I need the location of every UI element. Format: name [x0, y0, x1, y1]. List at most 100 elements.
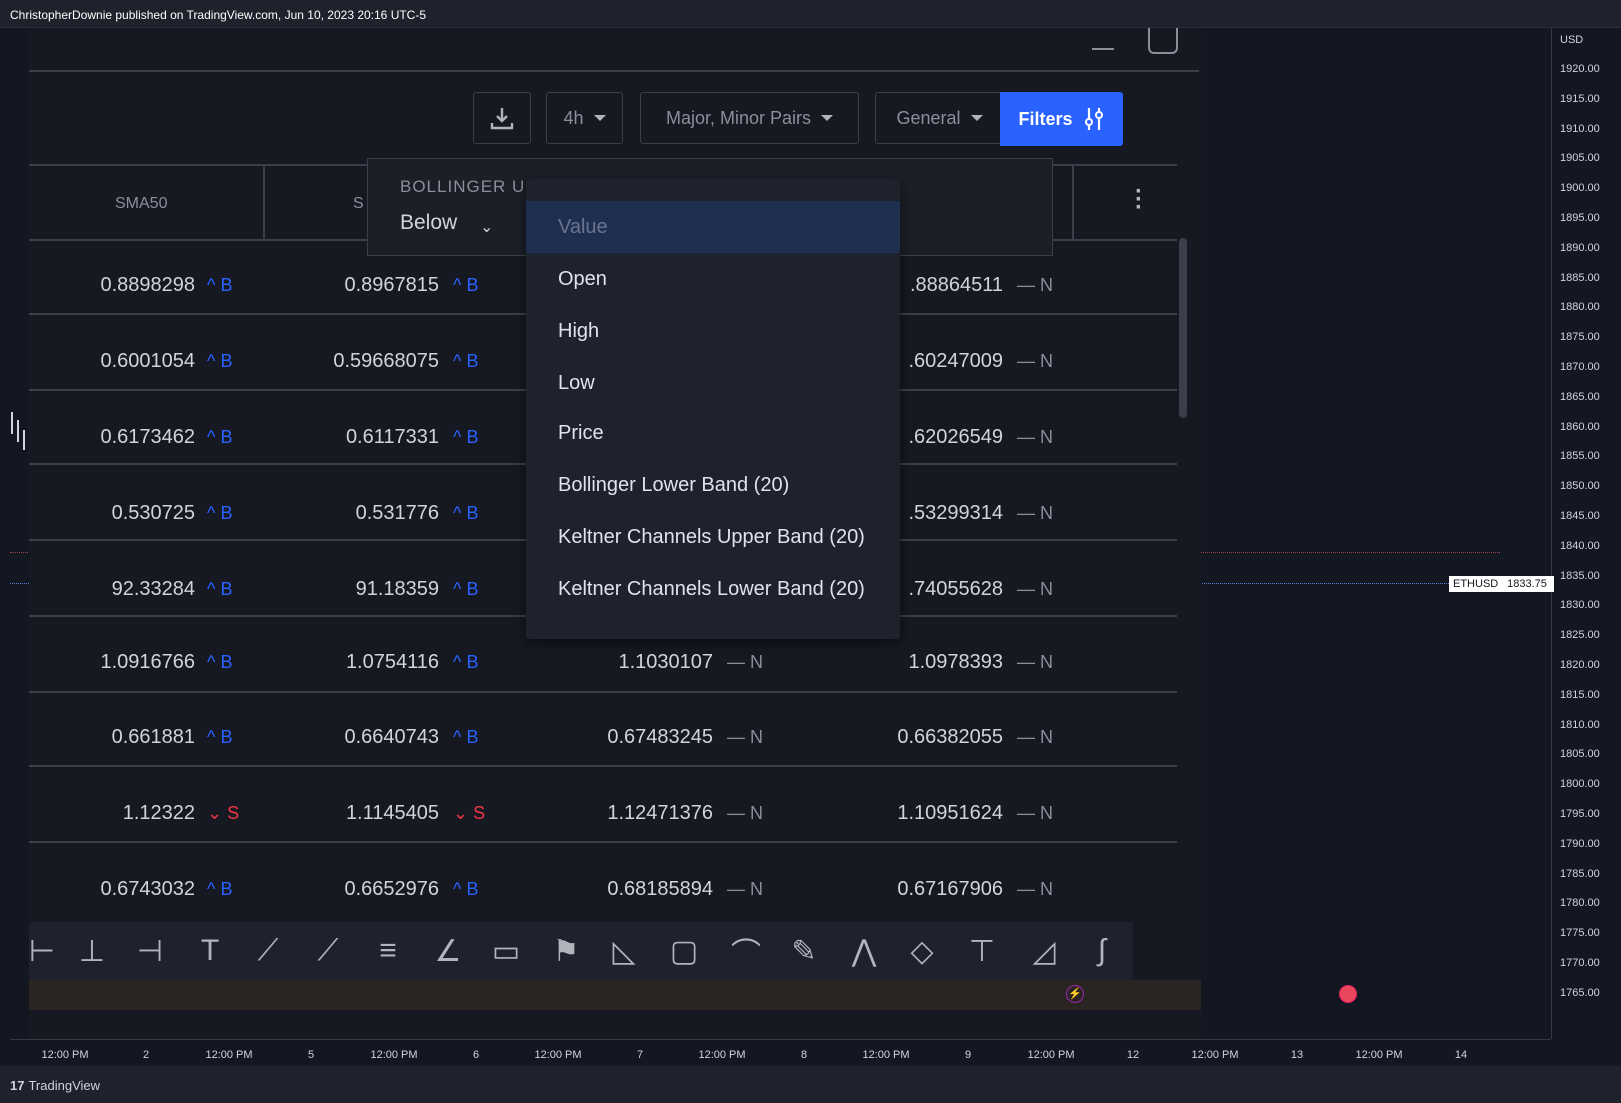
timeframe-select[interactable]: 4h [546, 92, 623, 144]
cross-line-icon[interactable]: ⊥ [69, 928, 115, 974]
price-tick: 1765.00 [1560, 986, 1600, 999]
brush-icon[interactable]: ✎ [781, 928, 827, 974]
price-tick: 1865.00 [1560, 390, 1600, 403]
signal-badge: — N [1017, 503, 1053, 523]
date-range-icon[interactable]: ⊣ [127, 928, 173, 974]
table-cell: 0.6652976 [344, 878, 439, 900]
market-select[interactable]: Major, Minor Pairs [640, 92, 859, 144]
price-tick: 1855.00 [1560, 450, 1600, 463]
download-button[interactable] [473, 92, 531, 144]
table-cell: 1.10951624 [897, 802, 1003, 824]
price-tick: 1835.00 [1560, 569, 1600, 582]
callout-icon[interactable]: ▢ [661, 928, 707, 974]
lightning-icon[interactable]: ⚡ [1066, 985, 1084, 1003]
price-tick: 1830.00 [1560, 599, 1600, 612]
pitchfork-icon[interactable]: ∠ [425, 928, 471, 974]
price-tick: 1815.00 [1560, 688, 1600, 701]
signal-badge: — N [1017, 427, 1053, 447]
us-flag-icon[interactable] [1339, 985, 1357, 1003]
signal-badge: ^ B [453, 652, 479, 672]
table-cell: 91.18359 [355, 578, 439, 600]
dropdown-option[interactable]: Price [526, 407, 900, 459]
signal-badge: — N [727, 652, 763, 672]
view-select[interactable]: General [875, 92, 1003, 144]
signal-badge: ⌄ S [207, 803, 240, 823]
maximize-icon[interactable] [1148, 28, 1178, 54]
dropdown-option[interactable]: Open [526, 253, 900, 305]
trend-line-icon[interactable]: ⟋ [245, 928, 291, 974]
condition-select[interactable]: Below [400, 211, 457, 235]
signal-badge: ^ B [207, 879, 233, 899]
price-tick: 1790.00 [1560, 837, 1600, 850]
chevron-down-icon[interactable]: ⌄ [480, 217, 493, 237]
table-cell: 0.6117331 [345, 426, 439, 448]
caret-down-icon [593, 115, 606, 121]
price-tick: 1910.00 [1560, 122, 1600, 135]
price-axis[interactable]: USD 1920.00 1915.00 1910.00 1905.00 1900.00 1… [1551, 28, 1621, 1039]
price-tick: 1805.00 [1560, 748, 1600, 761]
flag-icon[interactable]: ⚑ [543, 928, 589, 974]
row-divider [29, 691, 1177, 693]
dropdown-option[interactable]: Keltner Channels Lower Band (20) [526, 563, 900, 615]
filter-title: BOLLINGER UI [400, 177, 532, 196]
signal-badge: ^ B [207, 652, 233, 672]
minimize-icon[interactable] [1092, 48, 1114, 50]
signal-badge: — N [1017, 351, 1053, 371]
logo-text: TradingView [28, 1078, 101, 1093]
price-tick: 1775.00 [1560, 927, 1600, 940]
signal-badge: ^ B [207, 579, 233, 599]
currency-label: USD [1560, 34, 1584, 46]
table-cell: 0.59668075 [333, 350, 439, 372]
polyline-icon[interactable]: ◇ [899, 928, 945, 974]
time-tick: 13 [1290, 1049, 1304, 1061]
view-value: General [896, 107, 961, 128]
column-header-s[interactable]: S [353, 195, 364, 213]
ray-icon[interactable]: ⟋ [305, 928, 351, 974]
signal-badge: ^ B [207, 275, 233, 295]
price-tick: 1825.00 [1560, 629, 1600, 642]
filters-button[interactable]: Filters [1000, 92, 1123, 146]
time-tick: 14 [1454, 1049, 1468, 1061]
signal-badge: ^ B [207, 351, 233, 371]
curve-icon[interactable]: ⌒ [723, 928, 769, 974]
price-tick: 1850.00 [1560, 480, 1600, 493]
table-cell: 1.1145405 [345, 802, 439, 824]
table-cell: 0.66382055 [897, 726, 1003, 748]
time-tick: 12:00 PM [862, 1049, 910, 1061]
time-tick: 9 [964, 1049, 972, 1061]
text-icon[interactable]: T [187, 928, 233, 974]
price-tick: 1870.00 [1560, 361, 1600, 373]
price-tick: 1880.00 [1560, 301, 1600, 314]
table-cell: 0.8898298 [100, 274, 195, 296]
rectangle-icon[interactable]: ▭ [483, 928, 529, 974]
time-axis[interactable]: 12:00 PM 2 12:00 PM 5 12:00 PM 6 12:00 PM 7 12:0… [10, 1039, 1551, 1065]
dropdown-placeholder[interactable]: Value [526, 201, 900, 253]
time-tick: 5 [307, 1049, 315, 1061]
parallel-channel-icon[interactable]: ≡ [365, 928, 411, 974]
timeframe-value: 4h [563, 107, 584, 128]
panel-divider [29, 70, 1199, 72]
signpost-icon[interactable]: ⊤ [959, 928, 1005, 974]
dropdown-option[interactable]: Bollinger Lower Band (20) [526, 459, 900, 511]
angle-icon[interactable]: ◿ [1021, 928, 1067, 974]
logo-mark: 17 [10, 1078, 25, 1093]
tradingview-logo[interactable]: 17 TradingView [10, 1078, 100, 1093]
sliders-icon [1084, 108, 1103, 130]
arc-icon[interactable]: ∫ [1079, 928, 1125, 974]
more-options-icon[interactable]: · · · [1135, 180, 1143, 220]
column-header-sma50[interactable]: SMA50 [115, 195, 167, 213]
dropdown-option[interactable]: Keltner Channels Upper Band (20) [526, 511, 900, 563]
scrollbar[interactable] [1179, 238, 1187, 418]
price-tick: 1875.00 [1560, 331, 1600, 344]
time-tick: 7 [636, 1049, 644, 1061]
path-icon[interactable]: ⋀ [841, 928, 887, 974]
footer: 17 TradingView [0, 1066, 1621, 1103]
triangle-icon[interactable]: ◺ [601, 928, 647, 974]
price-tick: 1780.00 [1560, 897, 1600, 910]
arrow-icon[interactable]: ⊢ [29, 928, 65, 974]
dropdown-option[interactable]: High [526, 305, 900, 357]
signal-badge: ^ B [453, 503, 479, 523]
dropdown-option[interactable]: Low [526, 357, 900, 409]
table-cell: .62026549 [908, 426, 1003, 448]
signal-badge: ^ B [453, 579, 479, 599]
